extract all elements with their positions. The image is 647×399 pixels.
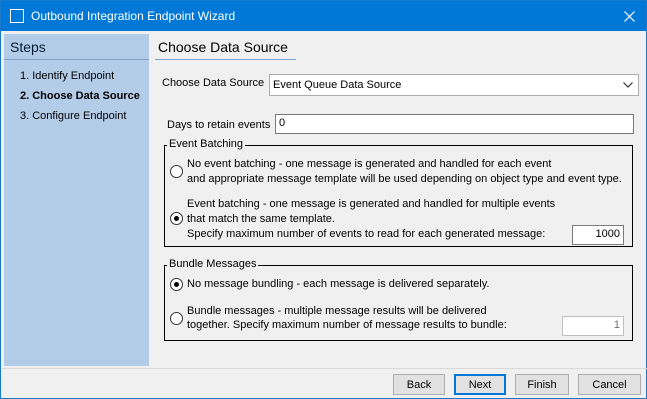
step-identify-endpoint: 1. Identify Endpoint xyxy=(20,70,115,82)
title-bar: Outbound Integration Endpoint Wizard xyxy=(1,1,646,31)
retain-days-input[interactable]: 0 xyxy=(275,114,634,134)
heading-underline xyxy=(155,59,296,60)
close-button[interactable] xyxy=(612,1,646,31)
radio-selected-dot xyxy=(174,216,179,221)
step-configure-endpoint: 3. Configure Endpoint xyxy=(20,110,127,122)
app-icon xyxy=(10,9,24,23)
close-icon xyxy=(623,10,635,22)
no-event-batching-radio[interactable] xyxy=(170,165,183,178)
steps-panel: Steps 1. Identify Endpoint 2. Choose Dat… xyxy=(4,34,149,366)
event-batching-radio[interactable] xyxy=(170,212,183,225)
event-batching-legend: Event Batching xyxy=(167,138,245,150)
event-batching-label-line3: Specify maximum number of events to read… xyxy=(187,228,546,240)
no-bundling-label: No message bundling - each message is de… xyxy=(187,278,490,290)
data-source-label: Choose Data Source xyxy=(162,77,265,89)
event-batching-label-line1: Event batching - one message is generate… xyxy=(187,198,556,210)
page-heading: Choose Data Source xyxy=(158,39,288,55)
wizard-window: Outbound Integration Endpoint Wizard Ste… xyxy=(0,0,647,399)
radio-selected-dot xyxy=(174,282,179,287)
steps-title: Steps xyxy=(10,39,46,55)
finish-button[interactable]: Finish xyxy=(515,374,569,395)
steps-divider xyxy=(4,59,149,60)
cancel-button[interactable]: Cancel xyxy=(578,374,641,395)
window-title: Outbound Integration Endpoint Wizard xyxy=(31,9,236,23)
step-choose-data-source: 2. Choose Data Source xyxy=(20,90,140,102)
bundle-messages-label-line2: together. Specify maximum number of mess… xyxy=(187,319,507,331)
bundle-messages-label-line1: Bundle messages - multiple message resul… xyxy=(187,305,487,317)
no-event-batching-label-line2: and appropriate message template will be… xyxy=(187,173,622,185)
no-bundling-radio[interactable] xyxy=(170,278,183,291)
back-button[interactable]: Back xyxy=(393,374,445,395)
next-button[interactable]: Next xyxy=(454,374,506,395)
max-results-input[interactable]: 1 xyxy=(562,316,624,336)
event-batching-label-line2: that match the same template. xyxy=(187,213,335,225)
bundle-messages-radio[interactable] xyxy=(170,312,183,325)
chevron-down-icon xyxy=(623,82,633,88)
footer-separator xyxy=(2,368,647,369)
retain-days-label: Days to retain events xyxy=(167,119,271,131)
data-source-select[interactable]: Event Queue Data Source xyxy=(269,74,639,96)
bundle-messages-legend: Bundle Messages xyxy=(167,258,259,270)
no-event-batching-label-line1: No event batching - one message is gener… xyxy=(187,158,552,170)
data-source-value: Event Queue Data Source xyxy=(273,79,402,91)
dropdown-arrow[interactable] xyxy=(618,75,638,95)
max-events-input[interactable]: 1000 xyxy=(572,225,624,245)
